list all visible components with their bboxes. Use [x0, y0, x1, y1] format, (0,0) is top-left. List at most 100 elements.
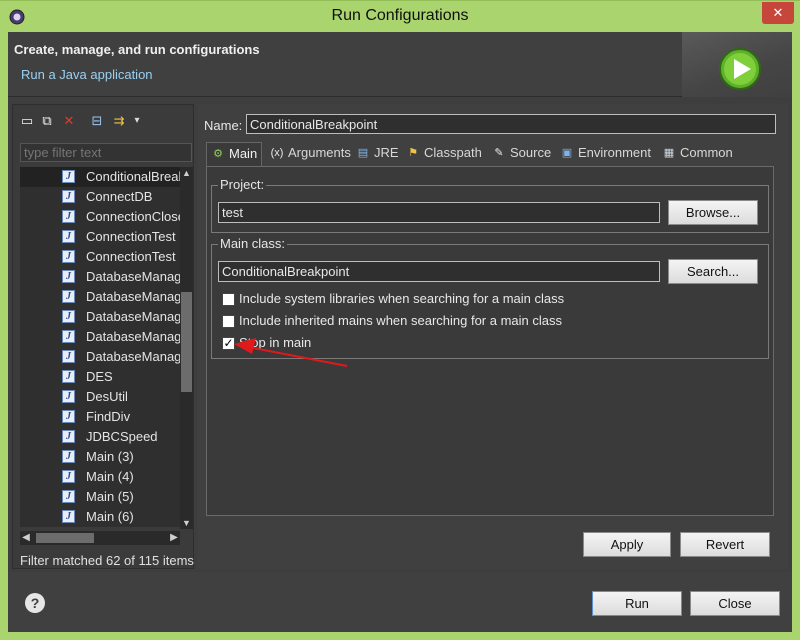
name-label: Name:: [204, 118, 243, 133]
configuration-editor: Name: ⚙ Main (x) Arguments ▤ JRE ⚑ Class…: [198, 104, 788, 569]
arguments-icon: (x): [270, 147, 284, 159]
hscrollbar-thumb[interactable]: [36, 533, 94, 543]
tree-item-label: ConnectionClose: [86, 209, 180, 224]
tab-source-label: Source: [510, 145, 552, 160]
new-configuration-icon[interactable]: ▭: [19, 113, 35, 129]
run-play-icon: [719, 48, 761, 90]
scroll-right-icon[interactable]: ▶: [168, 531, 180, 545]
menu-dropdown-icon[interactable]: ▾: [129, 113, 145, 129]
filter-input[interactable]: [20, 143, 192, 162]
window-frame-right: [792, 32, 800, 640]
tree-item[interactable]: J ConnectionTest: [20, 227, 180, 247]
window-frame-bottom: [0, 632, 800, 640]
tree-item[interactable]: J Main (3): [20, 447, 180, 467]
include-inherited-mains-checkbox[interactable]: [222, 315, 235, 328]
tree-item[interactable]: J DES: [20, 367, 180, 387]
tree-item[interactable]: J DesUtil: [20, 387, 180, 407]
project-label: Project:: [218, 177, 267, 192]
java-application-icon: J: [62, 470, 75, 483]
scroll-left-icon[interactable]: ◀: [20, 531, 32, 545]
name-field[interactable]: [246, 114, 776, 134]
tree-item-label: ConnectDB: [86, 189, 153, 204]
tree-vertical-scrollbar[interactable]: ▲ ▼: [180, 167, 193, 529]
tab-main-label: Main: [229, 146, 258, 161]
project-group: Project: Browse...: [211, 177, 769, 233]
tab-common[interactable]: ▦ Common: [658, 142, 737, 166]
scroll-up-icon[interactable]: ▲: [180, 167, 193, 179]
tab-environment[interactable]: ▣ Environment: [556, 142, 655, 166]
tab-classpath[interactable]: ⚑ Classpath: [402, 142, 486, 166]
dialog-heading: Create, manage, and run configurations: [14, 42, 260, 57]
tab-jre[interactable]: ▤ JRE: [352, 142, 403, 166]
tree-item[interactable]: J DatabaseManager: [20, 347, 180, 367]
close-button[interactable]: Close: [690, 591, 780, 616]
tree-item-label: Main (5): [86, 489, 134, 504]
dialog-subheading: Run a Java application: [21, 67, 153, 82]
stop-in-main-checkbox[interactable]: ✓: [222, 337, 235, 350]
tree-horizontal-scrollbar[interactable]: ◀ ▶: [20, 531, 180, 545]
tree-item-label: Main (4): [86, 469, 134, 484]
include-system-libraries-checkbox[interactable]: [222, 293, 235, 306]
main-class-field[interactable]: [218, 261, 660, 282]
java-application-icon: J: [62, 310, 75, 323]
main-tab-icon: ⚙: [213, 148, 223, 160]
search-button[interactable]: Search...: [668, 259, 758, 284]
tree-item[interactable]: J DatabaseManager: [20, 267, 180, 287]
tree-item[interactable]: J DatabaseManager: [20, 327, 180, 347]
java-application-icon: J: [62, 230, 75, 243]
tree-item[interactable]: J Main (5): [20, 487, 180, 507]
tree-item[interactable]: J Main (4): [20, 467, 180, 487]
tree-item-label: DatabaseManager: [86, 349, 180, 364]
collapse-all-icon[interactable]: ⊟: [89, 113, 105, 129]
java-application-icon: J: [62, 290, 75, 303]
scrollbar-thumb[interactable]: [181, 292, 192, 392]
dialog-header: Create, manage, and run configurations R…: [8, 32, 792, 97]
java-application-icon: J: [62, 430, 75, 443]
tree-item[interactable]: J FindDiv: [20, 407, 180, 427]
dialog-content: ▭ ⧉ ✕ ⊟ ⇉ ▾ J ConditionalBreakpoint J Conne…: [8, 98, 792, 569]
java-application-icon: J: [62, 450, 75, 463]
java-application-icon: J: [62, 330, 75, 343]
browse-button[interactable]: Browse...: [668, 200, 758, 225]
delete-icon[interactable]: ✕: [61, 113, 77, 129]
duplicate-icon[interactable]: ⧉: [39, 113, 55, 129]
tab-jre-label: JRE: [374, 145, 399, 160]
source-icon: ✎: [494, 147, 504, 159]
main-tab-body: Project: Browse... Main class: Search...…: [206, 166, 774, 516]
tree-item-label: DatabaseManager: [86, 329, 180, 344]
close-window-button[interactable]: ✕: [762, 2, 794, 24]
tree-item[interactable]: J DatabaseManager: [20, 307, 180, 327]
tree-item-label: ConnectionTest (1): [86, 249, 180, 264]
tree-item[interactable]: J JDBCSpeed: [20, 427, 180, 447]
java-application-icon: J: [62, 270, 75, 283]
java-application-icon: J: [62, 370, 75, 383]
apply-button[interactable]: Apply: [583, 532, 671, 557]
filter-icon[interactable]: ⇉: [111, 113, 127, 129]
tab-source[interactable]: ✎ Source: [488, 142, 555, 166]
project-field[interactable]: [218, 202, 660, 223]
java-application-icon: J: [62, 410, 75, 423]
tab-main[interactable]: ⚙ Main: [206, 142, 263, 166]
help-icon[interactable]: ?: [25, 593, 45, 613]
tree-item[interactable]: J ConnectDB: [20, 187, 180, 207]
tree-item-label: FindDiv: [86, 409, 131, 424]
stop-in-main-label: Stop in main: [239, 335, 312, 350]
tree-item-label: ConditionalBreakpoint: [86, 169, 180, 184]
tab-arguments[interactable]: (x) Arguments: [266, 142, 355, 166]
tree-item[interactable]: J ConditionalBreakpoint: [20, 167, 180, 187]
tree-item-label: Main (3): [86, 449, 134, 464]
tree-item[interactable]: J Main (6): [20, 507, 180, 527]
configurations-tree[interactable]: J ConditionalBreakpoint J ConnectDB J Connect…: [20, 167, 180, 527]
java-application-icon: J: [62, 190, 75, 203]
common-icon: ▦: [663, 147, 675, 159]
scroll-down-icon[interactable]: ▼: [180, 517, 193, 529]
tree-item[interactable]: J ConnectionClose: [20, 207, 180, 227]
include-system-libraries-label: Include system libraries when searching …: [239, 291, 565, 306]
tree-item-label: DesUtil: [86, 389, 128, 404]
tree-item[interactable]: J DatabaseManager: [20, 287, 180, 307]
tab-arguments-label: Arguments: [288, 145, 351, 160]
run-button[interactable]: Run: [592, 591, 682, 616]
tree-item[interactable]: J ConnectionTest (1): [20, 247, 180, 267]
revert-button[interactable]: Revert: [680, 532, 770, 557]
filter-matched-status: Filter matched 62 of 115 items: [20, 553, 194, 568]
